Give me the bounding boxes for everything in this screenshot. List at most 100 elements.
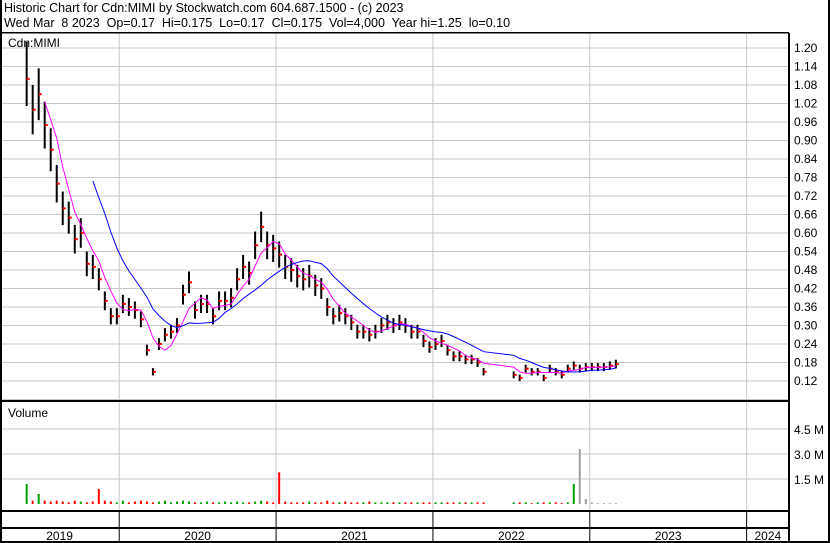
close-mark [339, 312, 343, 315]
close-mark [429, 346, 433, 349]
volume-bar [572, 483, 575, 504]
volume-bar [308, 501, 311, 504]
volume-bar [530, 503, 533, 504]
close-mark [219, 299, 223, 302]
volume-bar [416, 502, 419, 504]
close-mark [158, 343, 162, 346]
close-mark [195, 309, 199, 312]
close-mark [128, 306, 132, 309]
close-mark [122, 302, 126, 305]
close-mark [297, 275, 301, 278]
close-mark [303, 278, 307, 281]
close-mark [50, 148, 54, 151]
volume-bar [434, 502, 437, 504]
volume-bar [91, 501, 94, 504]
volume-bar [212, 502, 215, 504]
price-tick-label: 1.02 [794, 97, 818, 111]
year-label: 2022 [498, 529, 525, 543]
close-mark [62, 207, 66, 210]
volume-bar [476, 502, 479, 504]
volume-bar [194, 502, 197, 504]
volume-bar [524, 502, 527, 504]
volume-bar [218, 502, 221, 504]
volume-bar [200, 502, 203, 504]
price-volume-chart: Cdn:MIMI Volume 1.20 1.14 1.08 1.02 0.96 0.90… [0, 0, 830, 543]
close-mark [381, 324, 385, 327]
volume-bar [272, 502, 275, 504]
price-tick-label: 0.30 [794, 319, 818, 333]
volume-bar [115, 502, 118, 504]
close-mark [465, 358, 469, 361]
close-mark [146, 349, 150, 352]
volume-bar [79, 501, 82, 504]
volume-bar [482, 502, 485, 504]
ma-short-line [44, 101, 616, 374]
close-mark [357, 330, 361, 333]
volume-bar [326, 500, 329, 504]
top-border [0, 32, 789, 34]
close-mark [321, 287, 325, 290]
close-mark [38, 93, 42, 96]
close-mark [44, 124, 48, 127]
close-mark [399, 321, 403, 324]
price-tick-label: 0.24 [794, 337, 818, 351]
close-mark [333, 315, 337, 318]
price-tick-label: 1.20 [794, 41, 818, 55]
volume-bar [344, 501, 347, 504]
volume-bar [422, 502, 425, 504]
volume-bar [614, 503, 617, 504]
volume-bar [254, 501, 257, 504]
volume-bar [25, 483, 28, 504]
volume-bars [25, 448, 617, 504]
volume-bar [55, 500, 58, 504]
close-mark [351, 321, 355, 324]
volume-bar [338, 502, 341, 504]
close-mark [525, 367, 529, 370]
volume-bar [596, 503, 599, 504]
volume-bar [206, 501, 209, 504]
close-mark [291, 269, 295, 272]
price-bars [25, 41, 619, 382]
close-mark [273, 247, 277, 250]
close-mark [68, 216, 72, 219]
close-mark [327, 306, 331, 309]
year-label: 2020 [184, 529, 211, 543]
volume-bar [230, 502, 233, 504]
close-mark [261, 225, 265, 228]
price-tick-label: 1.14 [794, 60, 818, 74]
close-mark [567, 367, 571, 370]
close-mark [116, 315, 120, 318]
close-mark [237, 278, 241, 281]
close-mark [164, 333, 168, 336]
volume-bar [145, 501, 148, 504]
volume-bar [566, 502, 569, 504]
price-tick-label: 0.96 [794, 115, 818, 129]
volume-bar [392, 502, 395, 504]
volume-bar [85, 502, 88, 504]
volume-bar [175, 501, 178, 504]
volume-bar [320, 502, 323, 504]
close-mark [453, 355, 457, 358]
close-mark [423, 339, 427, 342]
volume-bar [109, 501, 112, 504]
volume-bar [157, 501, 160, 504]
close-mark [201, 302, 205, 305]
volume-bar [380, 502, 383, 504]
volume-bar [242, 502, 245, 504]
volume-bar [368, 501, 371, 504]
close-mark [243, 265, 247, 268]
price-tick-label: 0.18 [794, 356, 818, 370]
close-mark [345, 315, 349, 318]
close-mark [110, 315, 114, 318]
volume-bar [452, 502, 455, 504]
close-mark [231, 296, 235, 299]
volume-bar [374, 502, 377, 504]
close-mark [26, 77, 30, 80]
symbol-label: Cdn:MIMI [8, 36, 60, 50]
year-label: 2024 [754, 529, 781, 543]
volume-tick-label: 3.0 M [794, 448, 824, 462]
volume-bar [163, 500, 166, 504]
price-tick-label: 0.84 [794, 152, 818, 166]
volume-bar [518, 502, 521, 504]
volume-bar [31, 500, 34, 504]
